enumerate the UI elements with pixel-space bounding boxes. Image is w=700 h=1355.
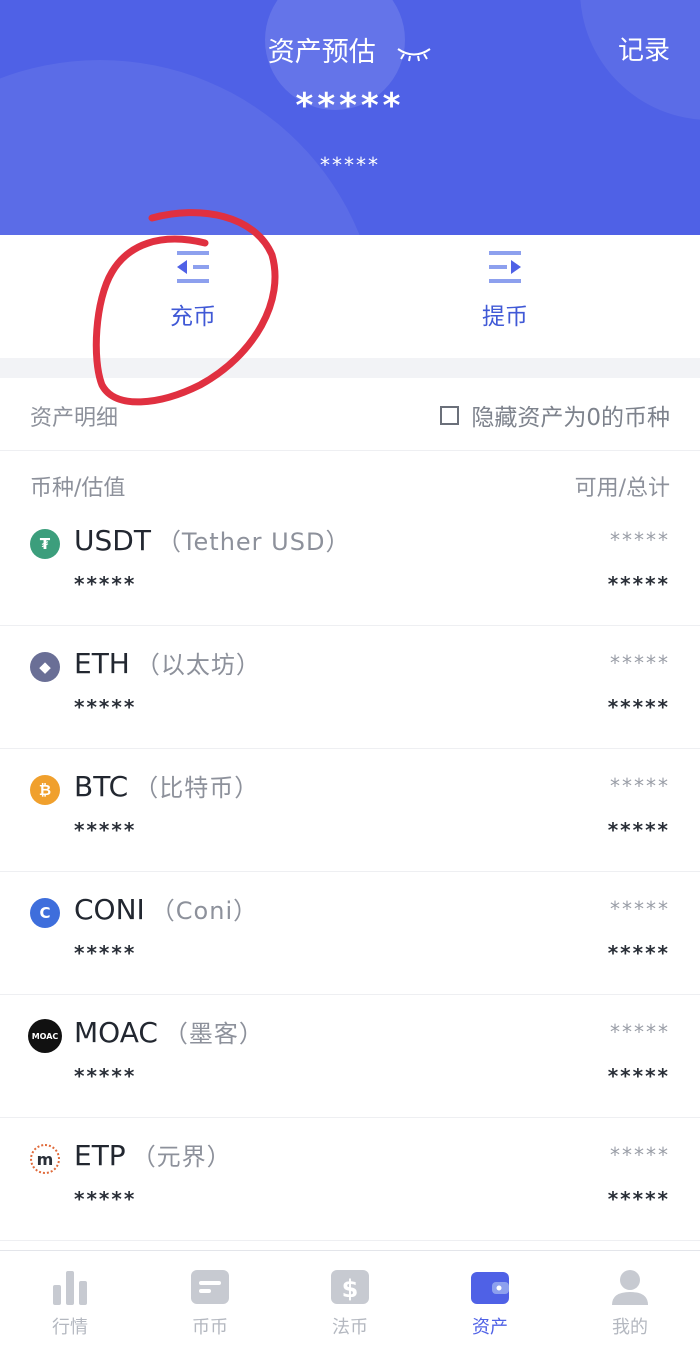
bottom-tab-bar: 行情 币币 $ 法币 资产 我的: [0, 1250, 700, 1355]
total-asset-value: *****: [295, 86, 405, 126]
tab-fiat[interactable]: $ 法币: [300, 1267, 400, 1339]
hide-zero-label: 隐藏资产为0的币种: [471, 405, 670, 431]
moac-icon: MOAC: [28, 1019, 62, 1053]
coin-row-eth[interactable]: ◆ ETH （以太坊） ***** ***** *****: [0, 625, 700, 749]
tab-market-label: 行情: [52, 1317, 88, 1338]
coin-name: USDT （Tether USD）: [74, 522, 350, 557]
coin-value: *****: [74, 1187, 137, 1211]
withdraw-label: 提币: [482, 304, 528, 330]
coin-symbol: CONI: [74, 893, 145, 926]
dollar-icon: $: [330, 1267, 370, 1307]
deposit-icon: [173, 251, 213, 289]
card-icon: [190, 1267, 230, 1307]
coin-available: *****: [610, 1020, 670, 1044]
coin-available: *****: [610, 774, 670, 798]
coin-value: *****: [74, 1064, 137, 1088]
bar-chart-icon: [50, 1267, 90, 1307]
coin-value: *****: [74, 695, 137, 719]
tab-fiat-label: 法币: [332, 1317, 368, 1338]
coin-row-etp[interactable]: m ETP （元界） ***** ***** *****: [0, 1117, 700, 1241]
coin-total: *****: [607, 695, 670, 719]
coin-full-name: （Coni）: [150, 897, 259, 925]
coin-name: BTC （比特币）: [74, 768, 259, 803]
coin-total: *****: [607, 1064, 670, 1088]
eth-icon: ◆: [30, 652, 60, 682]
coin-total: *****: [607, 941, 670, 965]
column-header: 币种/估值 可用/总计: [0, 470, 700, 501]
coin-symbol: BTC: [74, 770, 129, 803]
coin-full-name: （比特币）: [134, 774, 260, 802]
coin-value: *****: [74, 818, 137, 842]
tab-assets-label: 资产: [472, 1317, 508, 1338]
coin-symbol: ETP: [74, 1139, 126, 1172]
coni-icon: C: [30, 898, 60, 928]
asset-detail-header: 资产明细 隐藏资产为0的币种: [0, 378, 700, 451]
tab-spot-label: 币币: [192, 1317, 228, 1338]
coin-full-name: （Tether USD）: [156, 528, 351, 556]
asset-estimate-label: 资产预估: [267, 37, 376, 68]
tab-market[interactable]: 行情: [20, 1267, 120, 1339]
coin-symbol: USDT: [74, 524, 151, 557]
btc-icon: ₿: [30, 775, 60, 805]
coin-name: CONI （Coni）: [74, 891, 258, 926]
coin-available: *****: [610, 528, 670, 552]
column-available-total: 可用/总计: [574, 476, 670, 501]
user-icon: [610, 1267, 650, 1307]
coin-available: *****: [610, 651, 670, 675]
coin-total: *****: [607, 818, 670, 842]
tab-me-label: 我的: [612, 1317, 648, 1338]
coin-row-btc[interactable]: ₿ BTC （比特币） ***** ***** *****: [0, 748, 700, 872]
wallet-icon: [470, 1267, 510, 1307]
coin-full-name: （墨客）: [163, 1020, 264, 1048]
hide-zero-toggle[interactable]: 隐藏资产为0的币种: [440, 398, 670, 432]
coin-name: ETP （元界）: [74, 1137, 232, 1172]
coin-value: *****: [74, 941, 137, 965]
deposit-label: 充币: [170, 304, 216, 330]
section-divider: [0, 358, 700, 378]
usdt-icon: ₮: [30, 529, 60, 559]
coin-total: *****: [607, 572, 670, 596]
checkbox-icon[interactable]: [440, 405, 460, 425]
etp-icon: m: [30, 1144, 60, 1174]
coin-available: *****: [610, 897, 670, 921]
withdraw-icon: [485, 251, 525, 289]
asset-detail-title: 资产明细: [30, 406, 119, 431]
coin-full-name: （以太坊）: [135, 651, 261, 679]
action-bar: 充币 提币: [0, 235, 700, 358]
coin-total: *****: [607, 1187, 670, 1211]
withdraw-button[interactable]: 提币: [430, 249, 580, 331]
coin-symbol: ETH: [74, 647, 130, 680]
asset-estimate-title: 资产预估: [0, 30, 700, 69]
coin-value: *****: [74, 572, 137, 596]
coin-row-moac[interactable]: MOAC MOAC （墨客） ***** ***** *****: [0, 994, 700, 1118]
tab-me[interactable]: 我的: [580, 1267, 680, 1339]
tab-assets[interactable]: 资产: [440, 1267, 540, 1339]
coin-row-usdt[interactable]: ₮ USDT （Tether USD） ***** ***** *****: [0, 502, 700, 626]
coin-symbol: MOAC: [74, 1016, 158, 1049]
deposit-button[interactable]: 充币: [118, 249, 268, 331]
svg-text:$: $: [342, 1275, 359, 1303]
tab-spot[interactable]: 币币: [160, 1267, 260, 1339]
total-asset-converted: *****: [320, 153, 380, 177]
coin-name: MOAC （墨客）: [74, 1014, 264, 1049]
column-coin-value: 币种/估值: [30, 476, 126, 501]
coin-available: *****: [610, 1143, 670, 1167]
eye-closed-icon[interactable]: [396, 38, 432, 69]
coin-row-coni[interactable]: C CONI （Coni） ***** ***** *****: [0, 871, 700, 995]
asset-header: 资产预估 记录 ***** *****: [0, 0, 700, 235]
coin-name: ETH （以太坊）: [74, 645, 261, 680]
coin-full-name: （元界）: [131, 1143, 232, 1171]
record-link[interactable]: 记录: [618, 30, 670, 67]
